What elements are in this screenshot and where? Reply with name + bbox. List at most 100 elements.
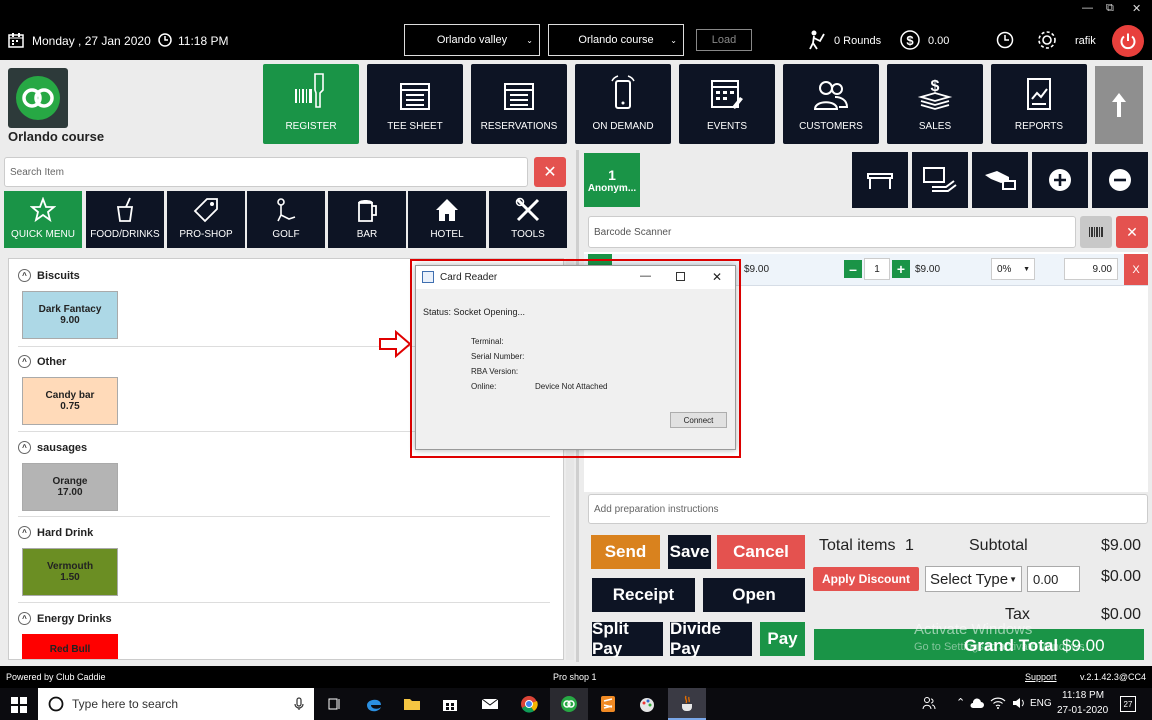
paint-icon[interactable]: [628, 688, 666, 720]
clear-barcode-button[interactable]: ✕: [1116, 216, 1148, 248]
people-icon[interactable]: [922, 696, 936, 710]
load-button[interactable]: Load: [696, 29, 752, 51]
discount-type-select[interactable]: Select Type ▼: [925, 566, 1022, 592]
nav-customers[interactable]: CUSTOMERS: [783, 64, 879, 144]
scan-barcode-button[interactable]: [1080, 216, 1112, 248]
item-price: 1.50: [60, 572, 80, 583]
connect-button[interactable]: Connect: [670, 412, 727, 428]
menu-item-tile[interactable]: Dark Fantacy 9.00: [22, 291, 118, 339]
open-button[interactable]: Open: [703, 578, 805, 612]
taskbar-search[interactable]: Type here to search: [38, 688, 314, 720]
increase-qty-button[interactable]: +: [892, 260, 910, 278]
item-name: Candy bar: [45, 390, 95, 401]
section-title: Other: [37, 355, 67, 368]
remove-button[interactable]: [1092, 152, 1148, 208]
serial-number-label: Serial Number:: [471, 352, 525, 361]
nav-register-label: REGISTER: [285, 121, 337, 132]
store-icon[interactable]: [431, 688, 469, 720]
speaker-icon[interactable]: [1012, 697, 1026, 709]
section-header[interactable]: ^ Energy Drinks: [18, 612, 112, 625]
remove-line-button[interactable]: X: [1124, 254, 1148, 285]
table-button[interactable]: [852, 152, 908, 208]
customer-tab[interactable]: 1 Anonym...: [584, 153, 640, 207]
search-input[interactable]: Search Item: [4, 157, 528, 187]
category-tools[interactable]: TOOLS: [489, 191, 567, 248]
category-food-drinks[interactable]: FOOD/DRINKS: [86, 191, 164, 248]
nav-on-demand[interactable]: ON DEMAND: [575, 64, 671, 144]
settings-gear-icon[interactable]: [1036, 29, 1058, 51]
qty-input[interactable]: 1: [864, 258, 890, 280]
discount-amount-input[interactable]: 0.00: [1027, 566, 1080, 592]
restore-icon[interactable]: ⧉: [1106, 2, 1114, 15]
split-pay-button[interactable]: Split Pay: [592, 619, 663, 658]
preparation-input[interactable]: Add preparation instructions: [588, 494, 1148, 524]
category-golf[interactable]: GOLF: [247, 191, 325, 248]
club-caddie-taskbar-icon[interactable]: [550, 688, 588, 720]
menu-item-tile[interactable]: Candy bar 0.75: [22, 377, 118, 425]
taskbar-time: 11:18 PM: [1062, 690, 1105, 701]
pay-button[interactable]: Pay: [760, 622, 805, 656]
section-header[interactable]: ^ sausages: [18, 441, 87, 454]
cloud-icon[interactable]: [970, 697, 984, 709]
minimize-icon[interactable]: —: [1082, 2, 1093, 14]
nav-sales[interactable]: $ SALES: [887, 64, 983, 144]
receipt-button[interactable]: Receipt: [592, 578, 695, 612]
pay-hand-button[interactable]: [912, 152, 968, 208]
wifi-icon[interactable]: [990, 697, 1006, 709]
menu-item-tile[interactable]: Vermouth 1.50: [22, 548, 118, 596]
category-quick-menu[interactable]: QUICK MENU: [4, 191, 82, 248]
course-select[interactable]: Orlando course ⌄: [548, 24, 684, 56]
nav-reservations[interactable]: RESERVATIONS: [471, 64, 567, 144]
close-window-icon[interactable]: ✕: [1132, 2, 1141, 15]
tools-icon: [515, 197, 540, 222]
task-view-icon[interactable]: [316, 688, 354, 720]
decrease-qty-button[interactable]: –: [844, 260, 862, 278]
save-button[interactable]: Save: [668, 535, 711, 569]
section-header[interactable]: ^ Biscuits: [18, 269, 80, 282]
facility-select[interactable]: Orlando valley ⌄: [404, 24, 540, 56]
mail-icon[interactable]: [471, 688, 509, 720]
menu-item-tile[interactable]: Orange 17.00: [22, 463, 118, 511]
power-button[interactable]: [1112, 25, 1144, 57]
apply-discount-button[interactable]: Apply Discount: [813, 567, 919, 591]
dialog-status: Status: Socket Opening...: [423, 307, 526, 317]
nav-register[interactable]: REGISTER: [263, 64, 359, 144]
power-icon: [1120, 33, 1136, 50]
file-explorer-icon[interactable]: [393, 688, 431, 720]
category-hotel[interactable]: HOTEL: [408, 191, 486, 248]
menu-item-tile[interactable]: Red Bull: [22, 634, 118, 659]
action-center-icon[interactable]: 27: [1120, 696, 1136, 712]
chrome-icon[interactable]: [510, 688, 548, 720]
send-button[interactable]: Send: [591, 535, 660, 569]
edge-browser-icon[interactable]: [355, 688, 393, 720]
dialog-maximize-icon[interactable]: [676, 272, 685, 281]
history-clock-icon[interactable]: [996, 31, 1014, 49]
dialog-close-icon[interactable]: ✕: [712, 270, 722, 284]
dialog-minimize-icon[interactable]: —: [640, 270, 651, 282]
tray-chevron-up-icon[interactable]: ⌃: [956, 696, 965, 709]
line-discount-select[interactable]: 0% ▼: [991, 258, 1035, 280]
sublime-icon[interactable]: [589, 688, 627, 720]
balance-text: 0.00: [928, 35, 950, 47]
divide-pay-button[interactable]: Divide Pay: [670, 619, 752, 658]
nav-tee-sheet[interactable]: TEE SHEET: [367, 64, 463, 144]
section-header[interactable]: ^ Hard Drink: [18, 526, 93, 539]
language-indicator[interactable]: ENG: [1030, 698, 1052, 709]
clear-search-button[interactable]: ✕: [534, 157, 566, 187]
windows-start-icon[interactable]: [11, 697, 27, 713]
category-pro-shop[interactable]: PRO-SHOP: [167, 191, 245, 248]
cancel-button[interactable]: Cancel: [717, 535, 805, 569]
section-header[interactable]: ^ Other: [18, 355, 66, 368]
support-link[interactable]: Support: [1025, 672, 1057, 682]
java-app-taskbar-icon[interactable]: [668, 688, 706, 720]
line-total-input[interactable]: 9.00: [1064, 258, 1118, 280]
transfer-button[interactable]: [972, 152, 1028, 208]
nav-events[interactable]: EVENTS: [679, 64, 775, 144]
item-name: Dark Fantacy: [38, 304, 102, 315]
dialog-title: Card Reader: [440, 272, 498, 283]
add-button[interactable]: [1032, 152, 1088, 208]
category-bar[interactable]: BAR: [328, 191, 406, 248]
nav-reports[interactable]: REPORTS: [991, 64, 1087, 144]
scroll-up-button[interactable]: [1095, 66, 1143, 144]
barcode-input[interactable]: Barcode Scanner: [588, 216, 1076, 248]
